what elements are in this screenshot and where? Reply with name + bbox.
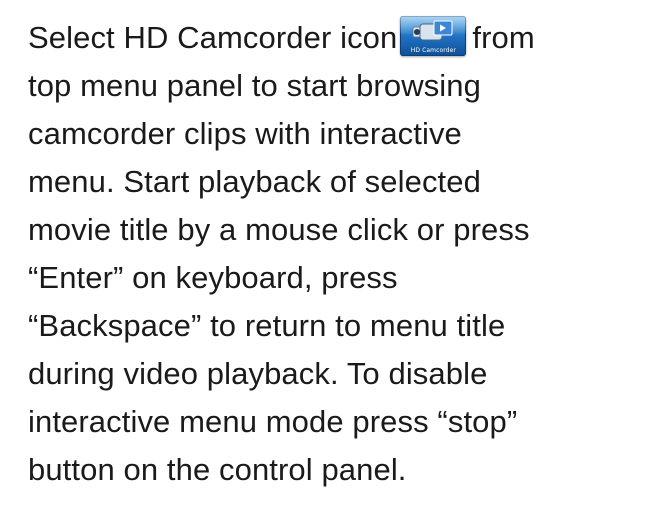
camcorder-glyph: [412, 20, 453, 41]
instruction-line-1-start: Select HD Camcorder icon: [28, 20, 398, 55]
hd-camcorder-icon: HD Camcorder: [400, 16, 467, 56]
instruction-line-4: menu. Start playback of selected: [28, 164, 481, 199]
icon-caption: HD Camcorder: [410, 47, 456, 54]
instruction-line-2: top menu panel to start browsing: [28, 68, 481, 103]
instruction-line-5: movie title by a mouse click or press: [28, 212, 530, 247]
instruction-page: Select HD Camcorder icon HD Camcorder fro…: [0, 0, 647, 513]
instruction-line-3: camcorder clips with interactive: [28, 116, 462, 151]
instruction-line-6: “Enter” on keyboard, press: [28, 260, 398, 295]
instruction-line-10: button on the control panel.: [28, 452, 407, 487]
instruction-line-9: interactive menu mode press “stop”: [28, 404, 518, 439]
instruction-line-1-end: from: [472, 20, 535, 55]
instruction-line-1: Select HD Camcorder icon HD Camcorder fro…: [28, 14, 638, 62]
instruction-text: Select HD Camcorder icon HD Camcorder fro…: [28, 14, 638, 494]
instruction-line-8: during video playback. To disable: [28, 356, 488, 391]
instruction-line-7: “Backspace” to return to menu title: [28, 308, 506, 343]
